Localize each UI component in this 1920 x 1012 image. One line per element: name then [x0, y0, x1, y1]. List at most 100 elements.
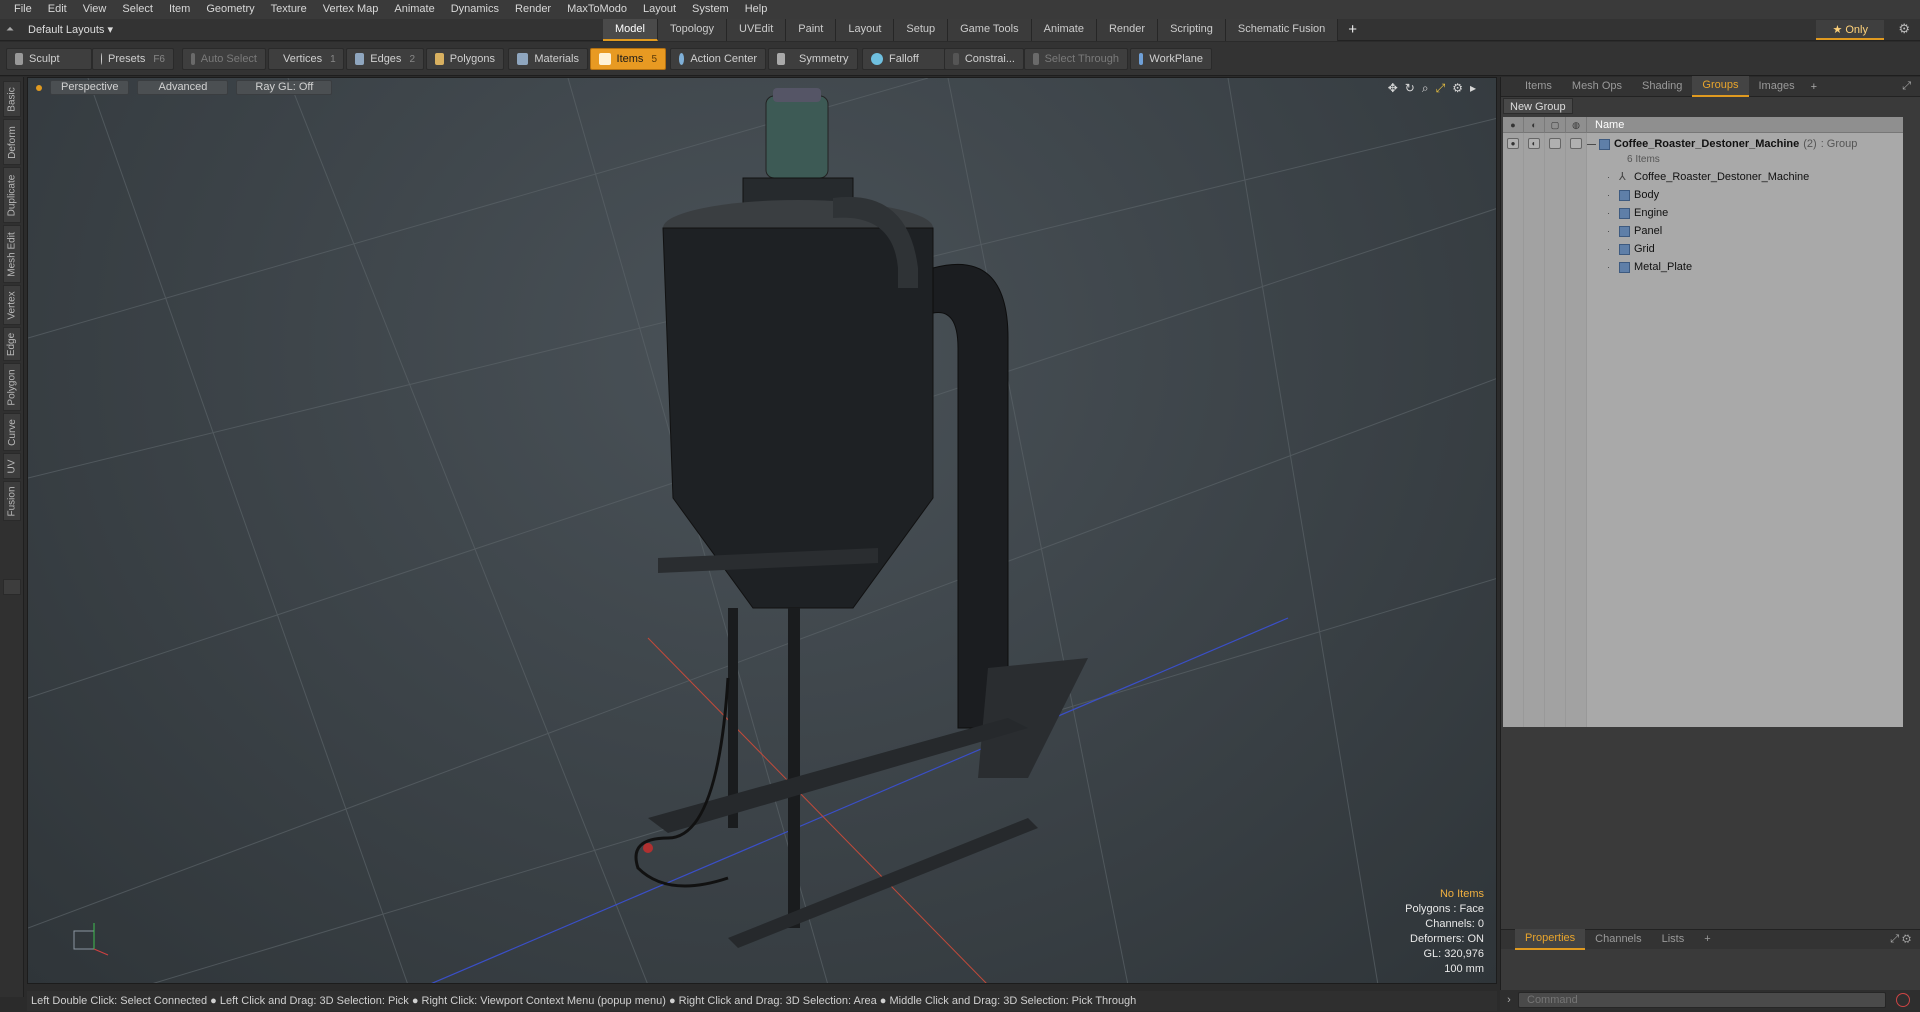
tab-mesh-ops[interactable]: Mesh Ops [1562, 77, 1632, 96]
menu-file[interactable]: File [6, 0, 40, 19]
tree-item-row[interactable]: · Body [1607, 186, 1659, 204]
workplane-button[interactable]: WorkPlane [1130, 48, 1212, 70]
tab-scripting[interactable]: Scripting [1158, 19, 1226, 41]
tab-setup[interactable]: Setup [894, 19, 949, 41]
render-toggle-icon[interactable]: ◐ [1528, 138, 1540, 149]
lock-toggle-icon[interactable] [1549, 138, 1561, 149]
command-input[interactable] [1518, 992, 1886, 1008]
select-toggle-icon[interactable] [1570, 138, 1582, 149]
expand-icon[interactable]: ⤢ [1902, 80, 1911, 93]
vertices-button[interactable]: Vertices 1 [268, 48, 344, 70]
sculpt-button[interactable]: Sculpt [6, 48, 92, 70]
vtab-fusion[interactable]: Fusion [3, 481, 21, 521]
vtab-mesh-edit[interactable]: Mesh Edit [3, 225, 21, 283]
menu-edit[interactable]: Edit [40, 0, 75, 19]
items-button[interactable]: Items 5 [590, 48, 666, 70]
properties-expand-icon[interactable]: ⤢ ⚙ [1890, 933, 1911, 946]
menu-maxtomodo[interactable]: MaxToModo [559, 0, 635, 19]
visibility-eye-icon[interactable]: ● [1507, 138, 1519, 149]
gear-icon[interactable]: ⚙ [1898, 21, 1910, 37]
viewport-more-icon[interactable]: ▸ [1470, 81, 1476, 96]
vtab-extra[interactable] [3, 579, 21, 595]
tab-shading[interactable]: Shading [1632, 77, 1692, 96]
falloff-button[interactable]: Falloff [862, 48, 946, 70]
tab-items[interactable]: Items [1515, 77, 1562, 96]
menu-texture[interactable]: Texture [263, 0, 315, 19]
deformers-status: Deformers: ON [1410, 933, 1484, 945]
symmetry-button[interactable]: Symmetry [768, 48, 858, 70]
menu-dynamics[interactable]: Dynamics [443, 0, 507, 19]
action-center-button[interactable]: Action Center [670, 48, 766, 70]
viewport-stats: No Items Polygons : Face Channels: 0 Def… [1405, 887, 1484, 977]
vtab-edge[interactable]: Edge [3, 327, 21, 361]
shading-mode-button[interactable]: Advanced [137, 80, 229, 95]
add-properties-tab-icon[interactable]: + [1694, 930, 1720, 949]
lock-col-icon[interactable]: ▢ [1545, 116, 1566, 133]
menu-view[interactable]: View [75, 0, 115, 19]
raygl-button[interactable]: Ray GL: Off [236, 80, 333, 95]
3d-viewport[interactable]: Perspective Advanced Ray GL: Off ✥ ↻ ⌕ ⤢… [27, 77, 1497, 984]
layout-select[interactable]: Default Layouts ▾ [20, 23, 121, 36]
tab-lists[interactable]: Lists [1652, 930, 1695, 949]
vtab-deform[interactable]: Deform [3, 119, 21, 165]
menu-geometry[interactable]: Geometry [198, 0, 262, 19]
command-arrow-icon[interactable]: › [1500, 994, 1518, 1006]
tab-render[interactable]: Render [1096, 19, 1159, 41]
new-group-button[interactable]: New Group [1503, 98, 1573, 114]
polygons-button[interactable]: Polygons [426, 48, 504, 70]
menu-animate[interactable]: Animate [386, 0, 442, 19]
menu-vertex-map[interactable]: Vertex Map [315, 0, 387, 19]
menu-system[interactable]: System [684, 0, 737, 19]
menu-help[interactable]: Help [737, 0, 776, 19]
constraints-button[interactable]: Constrai... [944, 48, 1024, 70]
menu-item[interactable]: Item [161, 0, 198, 19]
zoom-icon[interactable]: ⌕ [1422, 81, 1429, 96]
collapse-arrow-icon[interactable]: — [1587, 139, 1597, 149]
pan-icon[interactable]: ✥ [1388, 81, 1398, 96]
auto-select-button[interactable]: Auto Select [182, 48, 266, 70]
presets-button[interactable]: Presets F6 [92, 48, 174, 70]
tree-item-row[interactable]: · Engine [1607, 204, 1668, 222]
edges-button[interactable]: Edges 2 [346, 48, 424, 70]
add-tab-button[interactable]: + [1338, 19, 1367, 41]
vtab-curve[interactable]: Curve [3, 413, 21, 451]
rotate-icon[interactable]: ↻ [1405, 81, 1415, 96]
vtab-uv[interactable]: UV [3, 453, 21, 479]
materials-button[interactable]: Materials [508, 48, 588, 70]
menu-select[interactable]: Select [114, 0, 161, 19]
visibility-col-icon[interactable]: ● [1503, 116, 1524, 133]
tab-uvedit[interactable]: UVEdit [727, 19, 787, 41]
vtab-polygon[interactable]: Polygon [3, 363, 21, 411]
tree-item-row[interactable]: · Grid [1607, 240, 1655, 258]
select-through-button[interactable]: Select Through [1024, 48, 1128, 70]
select-col-icon[interactable]: ◍ [1566, 116, 1587, 133]
command-clear-icon[interactable] [1896, 993, 1910, 1007]
tab-schematic-fusion[interactable]: Schematic Fusion [1225, 19, 1339, 41]
fit-icon[interactable]: ⤢ [1436, 81, 1446, 96]
vtab-vertex[interactable]: Vertex [3, 285, 21, 325]
tab-channels[interactable]: Channels [1585, 930, 1651, 949]
menu-layout[interactable]: Layout [635, 0, 684, 19]
tab-model[interactable]: Model [603, 19, 658, 41]
tab-paint[interactable]: Paint [786, 19, 837, 41]
menu-render[interactable]: Render [507, 0, 559, 19]
tree-item-row[interactable]: · Panel [1607, 222, 1662, 240]
tab-animate[interactable]: Animate [1031, 19, 1097, 41]
tab-groups[interactable]: Groups [1692, 76, 1749, 97]
add-panel-tab-icon[interactable]: + [1805, 81, 1823, 93]
tab-game-tools[interactable]: Game Tools [948, 19, 1032, 41]
viewport-gear-icon[interactable]: ⚙ [1452, 81, 1463, 96]
tab-properties[interactable]: Properties [1515, 929, 1586, 950]
tab-images[interactable]: Images [1749, 77, 1805, 96]
only-toggle[interactable]: ★ Only [1816, 20, 1884, 40]
vtab-basic[interactable]: Basic [3, 81, 21, 117]
tree-item-row[interactable]: · ⅄ Coffee_Roaster_Destoner_Machine [1607, 168, 1809, 186]
tab-topology[interactable]: Topology [657, 19, 728, 41]
collapse-icon[interactable]: ⏶ [0, 24, 20, 35]
view-mode-button[interactable]: Perspective [50, 80, 130, 95]
tree-item-row[interactable]: · Metal_Plate [1607, 258, 1692, 276]
vtab-duplicate[interactable]: Duplicate [3, 167, 21, 223]
tab-layout[interactable]: Layout [836, 19, 895, 41]
render-col-icon[interactable]: ◐ [1524, 116, 1545, 133]
mesh-icon [1619, 225, 1630, 237]
